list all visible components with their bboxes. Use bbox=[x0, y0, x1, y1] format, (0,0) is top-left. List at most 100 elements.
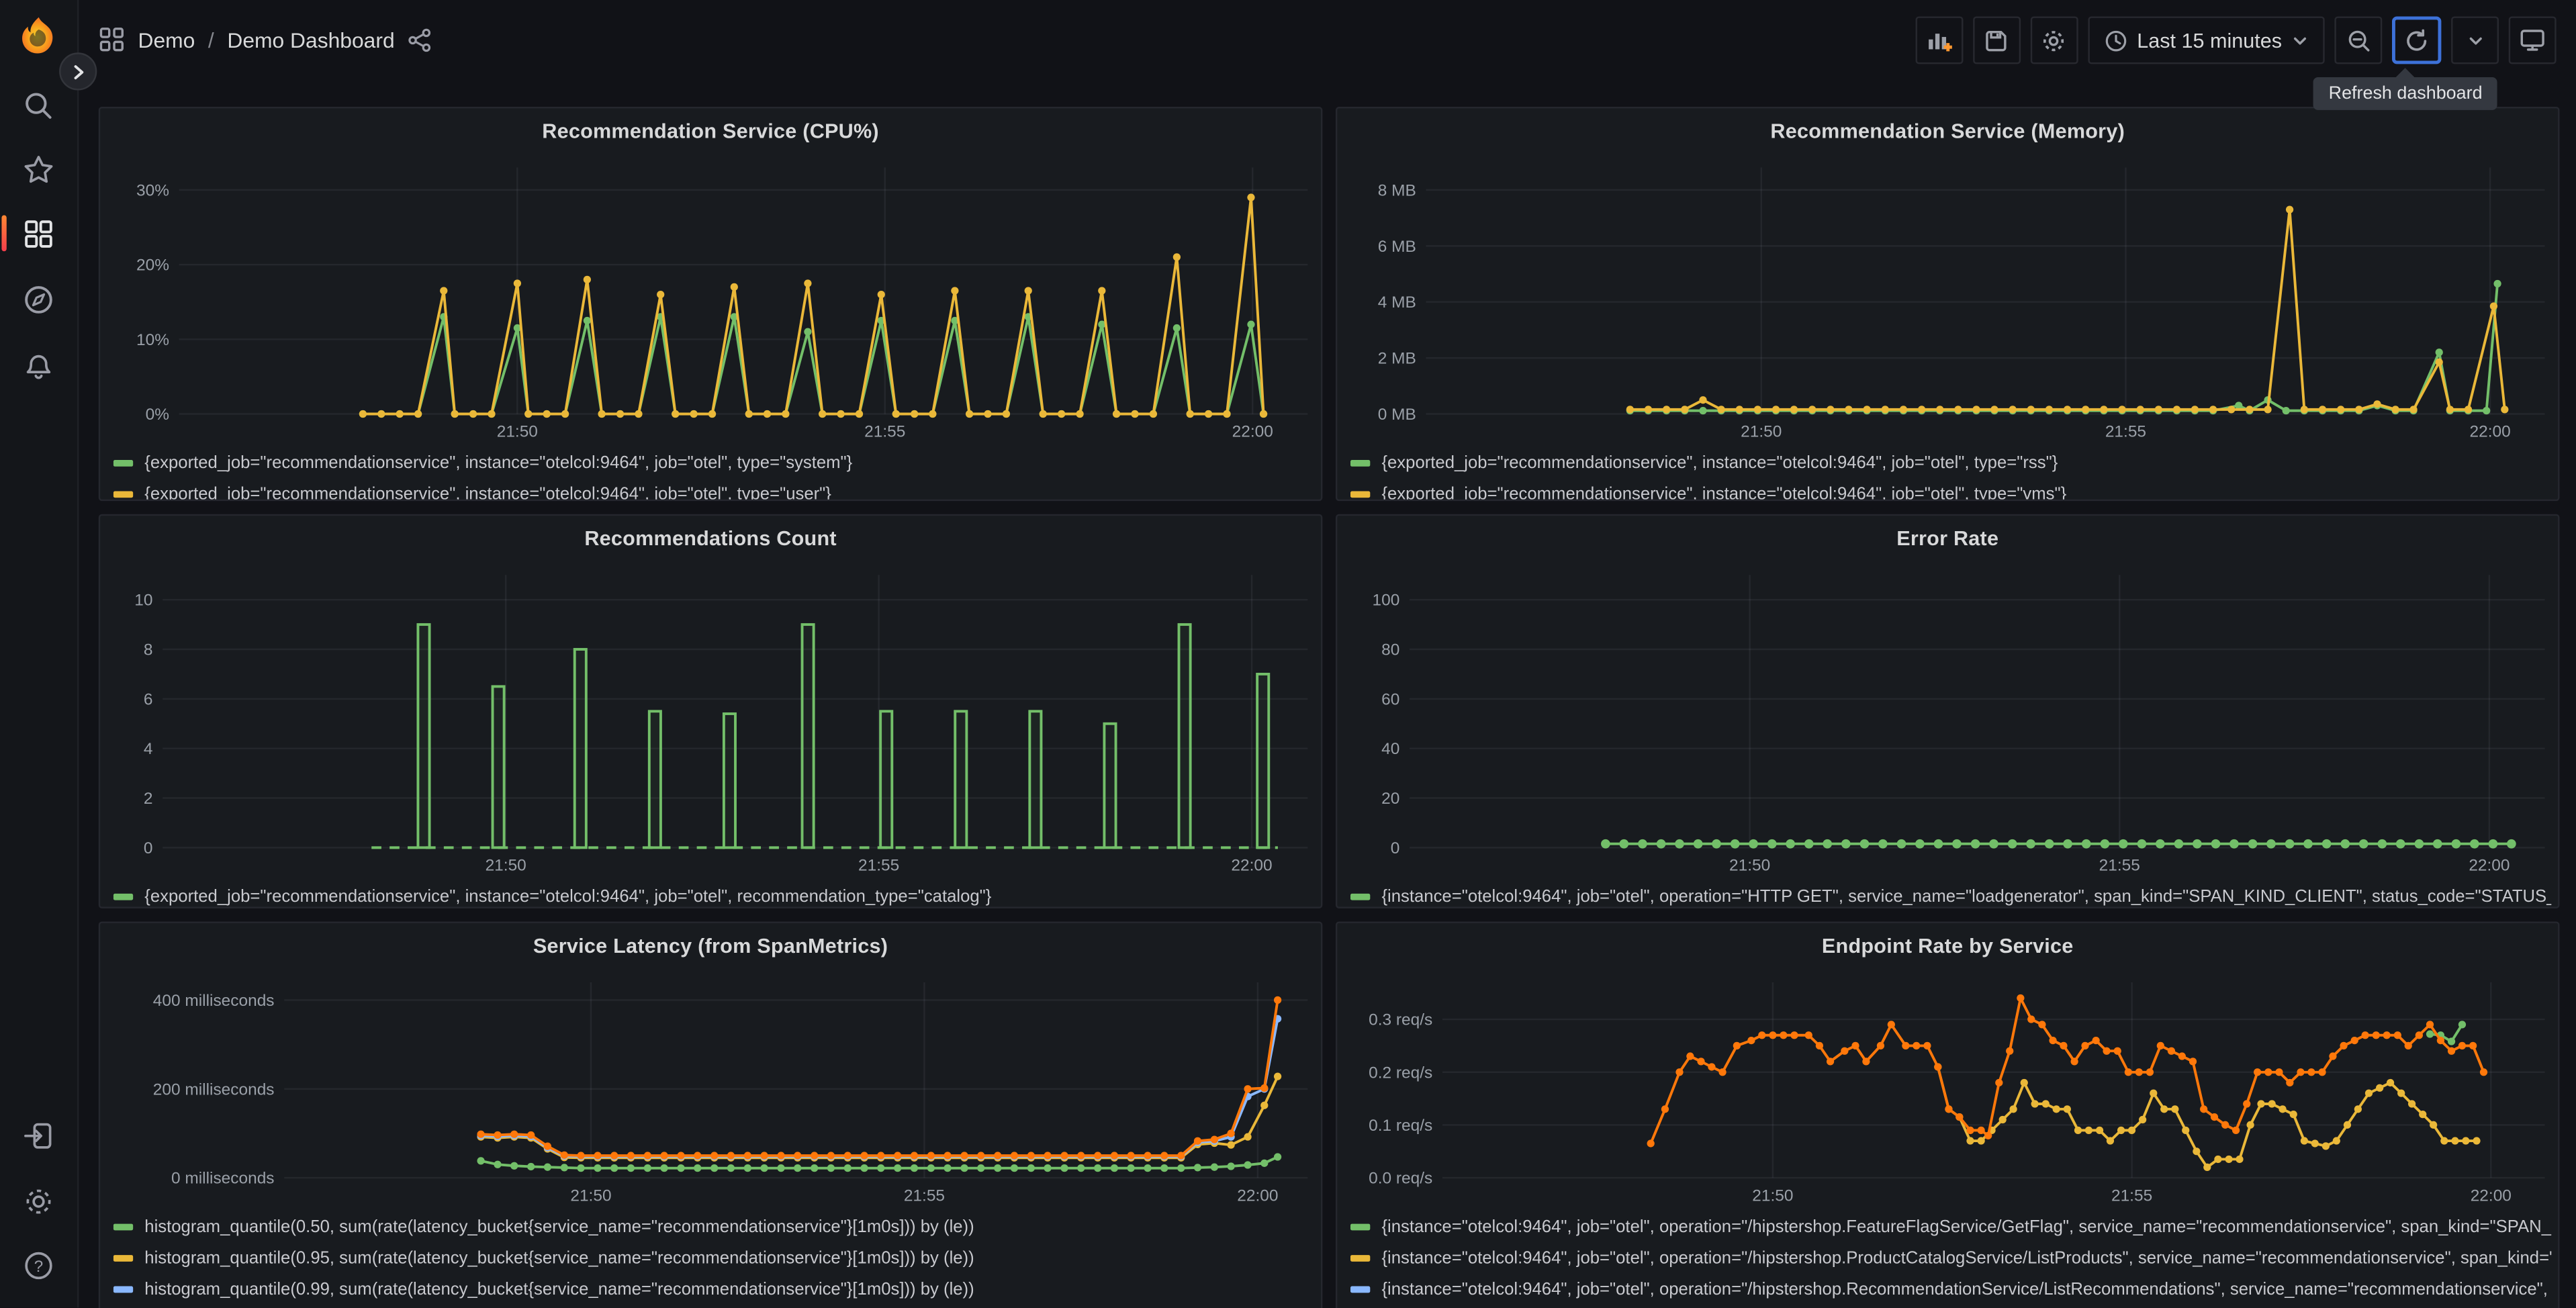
x-tick-label: 22:00 bbox=[2471, 1186, 2512, 1205]
panel-title[interactable]: Recommendation Service (CPU%) bbox=[100, 108, 1321, 154]
bar bbox=[573, 648, 588, 849]
gear-icon bbox=[26, 1189, 51, 1214]
add-panel-button[interactable] bbox=[1915, 16, 1963, 64]
panel-legend: {instance="otelcol:9464", job="otel", op… bbox=[1350, 1211, 2551, 1308]
bar bbox=[647, 710, 662, 849]
expand-sidebar-button[interactable] bbox=[59, 52, 97, 91]
series-line-blue bbox=[480, 1018, 1279, 1158]
breadcrumb: Demo / Demo Dashboard bbox=[99, 26, 432, 52]
legend-item[interactable]: {instance="otelcol:9464", job="otel", op… bbox=[1350, 1273, 2551, 1304]
y-tick-label: 2 bbox=[144, 790, 153, 808]
legend-item[interactable]: {exported_job="recommendationservice", i… bbox=[113, 478, 1314, 500]
kiosk-mode-button[interactable] bbox=[2508, 16, 2557, 64]
legend-item[interactable]: histogram_quantile(0.99, sum(rate(latenc… bbox=[113, 1273, 1314, 1304]
x-tick-label: 21:55 bbox=[2111, 1186, 2152, 1205]
breadcrumb-separator: / bbox=[208, 27, 214, 52]
legend-item[interactable]: histogram_quantile(0.50, sum(rate(latenc… bbox=[113, 1211, 1314, 1242]
x-tick-label: 22:00 bbox=[2469, 857, 2510, 875]
y-tick-label: 6 bbox=[144, 690, 153, 708]
x-tick-label: 21:55 bbox=[904, 1186, 945, 1205]
legend-label: {instance="otelcol:9464", job="otel", op… bbox=[1381, 1278, 2552, 1299]
legend-item[interactable]: {exported_job="recommendationservice", i… bbox=[113, 447, 1314, 477]
x-tick-label: 22:00 bbox=[2470, 423, 2511, 441]
gear-icon bbox=[2043, 30, 2064, 50]
active-indicator bbox=[1, 215, 7, 252]
breadcrumb-section[interactable]: Demo bbox=[138, 27, 195, 52]
sidebar-item-search[interactable] bbox=[21, 89, 56, 123]
panel-title[interactable]: Recommendations Count bbox=[100, 516, 1321, 561]
time-range-picker[interactable]: Last 15 minutes bbox=[2087, 16, 2325, 64]
y-tick-label: 100 bbox=[1373, 592, 1400, 610]
legend-item[interactable]: {exported_job="recommendationservice", i… bbox=[1350, 478, 2551, 502]
top-navigation-bar: Demo / Demo Dashboard Last 15 minutes Re… bbox=[77, 0, 2576, 110]
legend-item[interactable]: histogram_quantile(0.999, sum(rate(laten… bbox=[113, 1304, 1314, 1308]
legend-swatch bbox=[1350, 1285, 1371, 1293]
y-tick-label: 0% bbox=[146, 406, 169, 424]
sidebar-item-settings[interactable] bbox=[21, 1184, 56, 1219]
sidebar-item-alerting[interactable] bbox=[21, 348, 56, 383]
x-tick-label: 22:00 bbox=[1237, 1186, 1278, 1205]
legend-swatch bbox=[113, 1254, 134, 1261]
panel-title[interactable]: Recommendation Service (Memory) bbox=[1337, 108, 2558, 154]
legend-item[interactable]: {instance="otelcol:9464", job="otel", op… bbox=[1350, 880, 2552, 906]
panel-error-rate: Error Rate 0 20 40 60 80 100 21:50 21:55 22:00 {in… bbox=[1335, 514, 2560, 908]
refresh-tooltip: Refresh dashboard bbox=[2313, 68, 2497, 110]
legend-label: {instance="otelcol:9464", job="otel", op… bbox=[1381, 886, 2552, 906]
legend-item[interactable]: {instance="otelcol:9464", job="otel", op… bbox=[1350, 1211, 2551, 1242]
legend-swatch bbox=[113, 1223, 134, 1230]
refresh-dashboard-button[interactable] bbox=[2391, 16, 2442, 64]
panel-legend: {exported_job="recommendationservice", i… bbox=[113, 447, 1314, 500]
search-icon bbox=[26, 93, 52, 119]
chart-canvas[interactable]: 0 MB 2 MB 4 MB 6 MB 8 MB 21:50 21:55 22:00 bbox=[1337, 108, 2558, 443]
refresh-interval-dropdown[interactable] bbox=[2451, 16, 2499, 64]
bar bbox=[879, 710, 894, 849]
legend-item[interactable]: {instance="otelcol:9464", job="otel", op… bbox=[1350, 1304, 2551, 1308]
chart-canvas[interactable]: 0% 10% 20% 30% 21:50 21:55 22:00 bbox=[100, 108, 1321, 443]
sidebar-item-explore[interactable] bbox=[21, 283, 56, 317]
panel-title[interactable]: Error Rate bbox=[1337, 516, 2558, 561]
dashboards-grid-icon bbox=[25, 220, 52, 248]
y-tick-label: 0.1 req/s bbox=[1369, 1117, 1432, 1135]
zoom-out-button[interactable] bbox=[2334, 16, 2383, 64]
dashboard-settings-button[interactable] bbox=[2030, 16, 2078, 64]
legend-swatch bbox=[113, 892, 134, 900]
x-tick-label: 21:50 bbox=[497, 423, 538, 441]
legend-item[interactable]: {exported_job="recommendationservice", i… bbox=[113, 880, 1314, 906]
chart-canvas[interactable]: 0 2 4 6 8 10 21:50 21:55 22:00 bbox=[100, 516, 1321, 877]
sidebar-item-starred[interactable] bbox=[21, 153, 56, 187]
panel-recommendation-service-cpu: Recommendation Service (CPU%) 0% 10% 20% 30%… bbox=[98, 107, 1323, 502]
sidebar-item-dashboards[interactable] bbox=[21, 217, 56, 251]
panel-title[interactable]: Service Latency (from SpanMetrics) bbox=[100, 923, 1321, 969]
y-tick-label: 60 bbox=[1381, 690, 1399, 708]
panel-recommendation-service-memory: Recommendation Service (Memory) 0 MB 2 MB 4… bbox=[1335, 107, 2560, 502]
y-tick-label: 200 milliseconds bbox=[153, 1080, 275, 1099]
sidebar-item-sign-in[interactable] bbox=[21, 1119, 56, 1153]
time-range-label: Last 15 minutes bbox=[2137, 28, 2283, 52]
y-tick-label: 0.0 req/s bbox=[1369, 1170, 1432, 1188]
zoom-out-icon bbox=[2348, 30, 2369, 51]
legend-label: histogram_quantile(0.99, sum(rate(latenc… bbox=[144, 1278, 974, 1299]
grafana-logo[interactable] bbox=[15, 15, 60, 60]
chart-canvas[interactable]: 0 20 40 60 80 100 21:50 21:55 22:00 bbox=[1337, 516, 2558, 877]
help-icon: ? bbox=[25, 1252, 52, 1280]
share-icon[interactable] bbox=[408, 27, 432, 52]
panel-legend: {instance="otelcol:9464", job="otel", op… bbox=[1350, 880, 2552, 906]
svg-text:?: ? bbox=[34, 1258, 44, 1276]
legend-item[interactable]: histogram_quantile(0.95, sum(rate(latenc… bbox=[113, 1242, 1314, 1272]
legend-item[interactable]: {instance="otelcol:9464", job="otel", op… bbox=[1350, 1242, 2551, 1272]
grafana-app: ? Demo / Demo Dashboard Last 15 minutes … bbox=[0, 0, 2576, 1308]
y-tick-label: 20 bbox=[1381, 790, 1399, 808]
save-dashboard-button[interactable] bbox=[1972, 16, 2021, 64]
save-icon bbox=[1986, 30, 2007, 51]
y-tick-label: 8 MB bbox=[1378, 181, 1416, 199]
panel-legend: {exported_job="recommendationservice", i… bbox=[1350, 447, 2551, 502]
panel-title[interactable]: Endpoint Rate by Service bbox=[1337, 923, 2558, 969]
legend-item[interactable]: {exported_job="recommendationservice", i… bbox=[1350, 447, 2551, 477]
dashboard-toolbar: Last 15 minutes bbox=[1915, 16, 2557, 64]
legend-label: histogram_quantile(0.50, sum(rate(latenc… bbox=[144, 1216, 974, 1236]
bar bbox=[491, 685, 506, 849]
legend-label: {exported_job="recommendationservice", i… bbox=[1381, 483, 2067, 502]
y-tick-label: 4 bbox=[144, 740, 153, 758]
legend-swatch bbox=[113, 459, 134, 466]
sidebar-item-help[interactable]: ? bbox=[21, 1248, 56, 1282]
